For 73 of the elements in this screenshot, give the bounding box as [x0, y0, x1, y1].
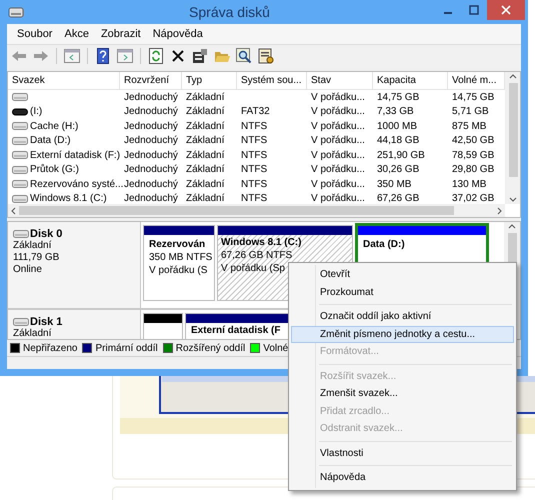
table-cell: Základní [186, 193, 224, 204]
volume-name: Externí datadisk (F:) [30, 150, 120, 161]
volume-name: Data (D:) [30, 135, 71, 146]
table-cell: Jednoduchý [124, 135, 178, 146]
table-cell: NTFS [241, 164, 268, 176]
table-cell: V pořádku... [311, 150, 365, 161]
table-cell: Základní [186, 150, 224, 161]
table-cell: Základní [186, 92, 224, 103]
table-cell: 130 MB [452, 178, 486, 190]
volume-name: Průtok (G:) [30, 164, 79, 176]
table-cell: 44,18 GB [377, 135, 420, 146]
table-cell: Jednoduchý [124, 120, 178, 132]
table-cell: NTFS [241, 178, 268, 190]
table-cell: Jednoduchý [124, 92, 178, 103]
window-title: Správa disků [188, 4, 271, 20]
legend-label: Nepřiřazeno [23, 342, 78, 354]
table-cell: NTFS [241, 193, 268, 204]
disk-size: 111,79 GB [13, 252, 60, 264]
partition-name: Data (D:) [363, 239, 405, 251]
table-cell: NTFS [241, 135, 268, 146]
table-cell: Jednoduchý [124, 178, 178, 190]
table-cell: Základní [186, 106, 224, 118]
table-cell: V pořádku... [311, 120, 365, 132]
table-cell: 29,80 GB [452, 164, 494, 176]
table-cell: V pořádku... [311, 178, 365, 190]
partition-name: Windows 8.1 (C:) [221, 237, 302, 249]
table-cell: 1000 MB [377, 120, 418, 132]
table-cell: 42,50 GB [452, 135, 494, 146]
volume-name: (I:) [30, 106, 42, 118]
partition-name: Externí datadisk (F [191, 325, 280, 337]
table-cell: V pořádku... [311, 106, 365, 118]
disk-type: Základní [13, 328, 52, 339]
table-cell: NTFS [241, 120, 268, 132]
partition-status: V pořádku (Sp [221, 263, 285, 275]
table-cell: Jednoduchý [124, 150, 178, 161]
table-cell: 14,75 GB [452, 92, 494, 103]
table-cell: FAT32 [241, 106, 270, 118]
table-cell: 5,71 GB [452, 106, 489, 118]
table-cell: V pořádku... [311, 193, 365, 204]
table-cell: NTFS [241, 150, 268, 161]
table-cell: 350 MB [377, 178, 412, 190]
table-cell: V pořádku... [311, 135, 365, 146]
legend-label: Rozšířený oddíl [176, 342, 246, 354]
table-cell: Jednoduchý [124, 164, 178, 176]
partition-status: V pořádku (S [149, 265, 208, 277]
table-cell: Jednoduchý [124, 106, 178, 118]
table-cell: Základní [186, 178, 224, 190]
partition-size: 350 MB NTFS [149, 252, 212, 264]
volume-name: Rezervováno systé... [30, 178, 124, 190]
disk-name: Disk 0 [30, 228, 62, 240]
table-cell: 78,59 GB [452, 150, 494, 161]
table-cell: 67,26 GB [377, 193, 420, 204]
partition-size: 67,26 GB NTFS [221, 250, 292, 262]
legend-label: Primární oddíl [95, 342, 158, 354]
legend-label: Volné [263, 342, 288, 354]
table-cell: V pořádku... [311, 164, 365, 176]
table-cell: Základní [186, 135, 224, 146]
table-cell: 7,33 GB [377, 106, 414, 118]
table-cell: 14,75 GB [377, 92, 420, 103]
disk-type: Základní [13, 240, 52, 252]
volume-name: Cache (H:) [30, 120, 78, 132]
table-cell: Jednoduchý [124, 193, 178, 204]
table-cell: Základní [186, 120, 224, 132]
table-cell: 37,02 GB [452, 193, 494, 204]
volume-name: Windows 8.1 (C:) [30, 193, 107, 204]
table-cell: Základní [186, 164, 224, 176]
table-cell: 30,26 GB [377, 164, 420, 176]
partition-name: Rezervován [149, 239, 206, 251]
table-cell: 251,90 GB [377, 150, 425, 161]
disk-status: Online [13, 264, 43, 276]
table-cell: 875 MB [452, 120, 486, 132]
table-cell: V pořádku... [311, 92, 365, 103]
disk-name: Disk 1 [30, 316, 62, 328]
